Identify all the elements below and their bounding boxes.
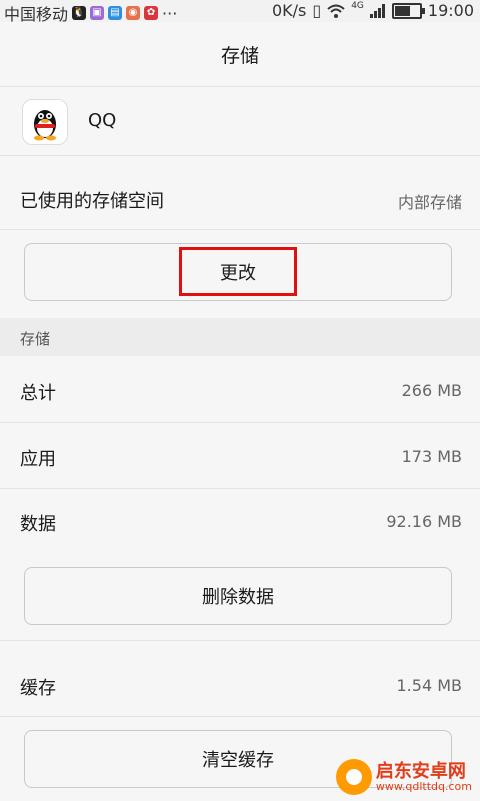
divider — [0, 716, 480, 717]
page-title: 存储 — [220, 44, 259, 67]
cache-value: 1.54 MB — [396, 676, 463, 695]
storage-used-label: 已使用的存储空间 — [20, 191, 164, 212]
divider — [0, 640, 480, 641]
clock: 19:00 — [427, 1, 474, 20]
stat-label: 数据 — [20, 514, 56, 535]
qq-notification-icon: 🐧 — [72, 6, 87, 20]
storage-used-value: 内部存储 — [397, 193, 462, 212]
watermark-text: 启东安卓网 www.qdlttdq.com — [375, 760, 472, 793]
app-info-row: QQ — [0, 86, 480, 156]
status-bar: 中国移动 🐧 ▣ ▤ ◉ ✿ ··· 0K/s ▯ 4G 19:00 — [0, 0, 480, 24]
stat-label: 应用 — [20, 449, 56, 470]
calendar-notification-icon: ▤ — [108, 6, 123, 20]
storage-used-row: 已使用的存储空间 内部存储 — [0, 165, 480, 229]
section-header: 存储 — [0, 318, 480, 356]
cache-label: 缓存 — [20, 678, 56, 699]
cache-row: 缓存 1.54 MB — [0, 652, 480, 716]
network-type: 4G — [351, 1, 364, 11]
huawei-notification-icon: ✿ — [144, 6, 159, 20]
title-bar: 存储 — [0, 22, 480, 86]
stat-label: 总计 — [20, 383, 56, 404]
signal-icon — [369, 3, 385, 18]
watermark-title: 启东安卓网 — [375, 760, 466, 782]
stat-value: 173 MB — [401, 447, 462, 466]
section-header-label: 存储 — [20, 330, 51, 348]
battery-icon — [391, 2, 425, 19]
highlight-box — [179, 247, 297, 296]
qq-penguin-icon — [22, 99, 68, 145]
watermark-url: www.qdlttdq.com — [375, 779, 472, 793]
watermark-logo-icon — [335, 759, 372, 795]
status-right: 0K/s ▯ 4G 19:00 — [272, 1, 474, 20]
stat-row-data: 数据 92.16 MB — [0, 489, 480, 553]
battery-level — [394, 5, 410, 16]
stat-row-app: 应用 173 MB — [0, 423, 480, 488]
more-notifications-icon: ··· — [162, 3, 178, 23]
stat-value: 266 MB — [401, 381, 462, 400]
divider — [0, 229, 480, 230]
app-name: QQ — [88, 110, 117, 131]
wifi-icon — [327, 4, 345, 18]
vibrate-icon: ▯ — [312, 1, 322, 20]
stat-value: 92.16 MB — [386, 512, 462, 531]
stat-row-total: 总计 266 MB — [0, 357, 480, 422]
network-speed: 0K/s — [271, 1, 307, 20]
clear-data-button[interactable]: 删除数据 — [24, 567, 452, 625]
app-notification-icon: ◉ — [126, 6, 141, 20]
watermark: 启东安卓网 www.qdlttdq.com — [335, 759, 472, 795]
gallery-notification-icon: ▣ — [90, 6, 105, 20]
